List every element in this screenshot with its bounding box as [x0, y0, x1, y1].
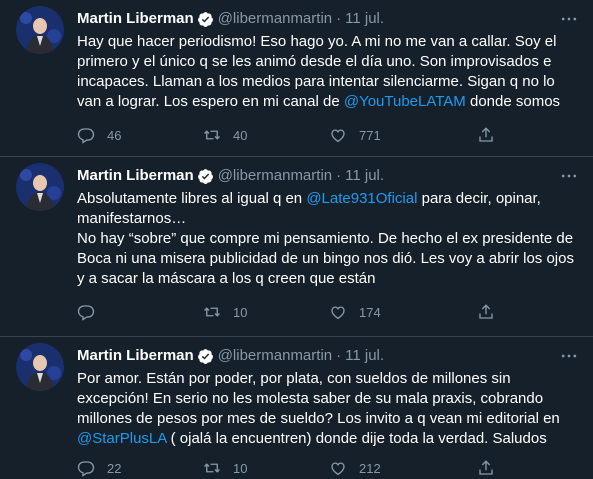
- retweet-count: 40: [233, 127, 248, 143]
- reply-count: 46: [107, 127, 122, 143]
- tweet-date[interactable]: 11 jul.: [345, 346, 384, 366]
- more-options-icon[interactable]: [559, 9, 579, 29]
- more-options-icon[interactable]: [559, 346, 579, 366]
- like-button[interactable]: 174: [329, 303, 381, 321]
- reply-button[interactable]: [77, 303, 107, 321]
- like-icon: [331, 462, 345, 476]
- reply-icon: [77, 461, 95, 477]
- verified-badge-icon: [197, 168, 213, 184]
- separator-dot: ·: [336, 10, 342, 27]
- share-button[interactable]: [477, 126, 495, 144]
- author-handle[interactable]: @libermanmartin: [218, 346, 332, 366]
- tweet[interactable]: Martin Liberman @libermanmartin · 11 jul…: [0, 157, 593, 337]
- tweet-text-part: donde somos: [465, 93, 561, 110]
- share-icon: [479, 127, 493, 142]
- verified-badge-icon: [197, 11, 213, 27]
- retweet-button[interactable]: 10: [203, 303, 247, 321]
- reply-icon: [77, 305, 95, 321]
- tweet[interactable]: Martin Liberman @libermanmartin · 11 jul…: [0, 337, 593, 479]
- separator-dot: ·: [336, 347, 342, 364]
- share-icon: [479, 460, 493, 475]
- retweet-count: 10: [233, 304, 248, 320]
- mention-link[interactable]: @Late931Oficial: [306, 190, 417, 207]
- retweet-button[interactable]: 40: [203, 126, 247, 144]
- reply-button[interactable]: 46: [77, 126, 121, 144]
- avatar[interactable]: [16, 163, 64, 211]
- retweet-button[interactable]: 10: [203, 459, 247, 477]
- reply-icon: [77, 128, 95, 144]
- author-handle[interactable]: @libermanmartin: [218, 166, 332, 186]
- tweet-date[interactable]: 11 jul.: [345, 9, 384, 29]
- retweet-icon: [204, 307, 220, 317]
- more-options-icon[interactable]: [559, 166, 579, 186]
- mention-link[interactable]: @StarPlusLA: [77, 430, 166, 447]
- tweet[interactable]: Martin Liberman @libermanmartin · 11 jul…: [0, 0, 593, 157]
- mention-link[interactable]: @YouTubeLATAM: [344, 93, 466, 110]
- like-icon: [331, 129, 345, 143]
- reply-button[interactable]: 22: [77, 459, 121, 477]
- share-button[interactable]: [477, 459, 495, 477]
- author-handle[interactable]: @libermanmartin: [218, 9, 332, 29]
- like-count: 771: [359, 127, 381, 143]
- retweet-count: 10: [233, 460, 248, 476]
- tweet-text: Hay que hacer periodismo! Eso hago yo. A…: [77, 32, 577, 112]
- tweet-text-part: Por amor. Están por poder, por plata, co…: [77, 370, 560, 427]
- tweet-actions: 22 10 212: [77, 458, 577, 478]
- reply-count: 22: [107, 460, 122, 476]
- share-icon: [479, 304, 493, 319]
- author-name[interactable]: Martin Liberman: [77, 9, 194, 29]
- tweet-text: Por amor. Están por poder, por plata, co…: [77, 369, 577, 449]
- avatar[interactable]: [16, 343, 64, 391]
- share-button[interactable]: [477, 303, 495, 321]
- like-count: 212: [359, 460, 381, 476]
- retweet-icon: [204, 130, 220, 140]
- like-button[interactable]: 212: [329, 459, 381, 477]
- tweet-text-part: Absolutamente libres al igual q en: [77, 190, 307, 207]
- avatar[interactable]: [16, 6, 64, 54]
- retweet-icon: [204, 463, 220, 473]
- separator-dot: ·: [336, 167, 342, 184]
- verified-badge-icon: [197, 348, 213, 364]
- author-name[interactable]: Martin Liberman: [77, 346, 194, 366]
- tweet-actions: 10 174: [77, 302, 577, 322]
- like-icon: [331, 306, 345, 320]
- author-name[interactable]: Martin Liberman: [77, 166, 194, 186]
- tweet-date[interactable]: 11 jul.: [345, 166, 384, 186]
- tweet-text: Absolutamente libres al igual q en @Late…: [77, 189, 577, 289]
- like-button[interactable]: 771: [329, 126, 381, 144]
- tweet-text-part: ( ojalá la encuentren) donde dije toda l…: [166, 430, 547, 447]
- tweet-actions: 46 40 771: [77, 125, 577, 145]
- like-count: 174: [359, 304, 381, 320]
